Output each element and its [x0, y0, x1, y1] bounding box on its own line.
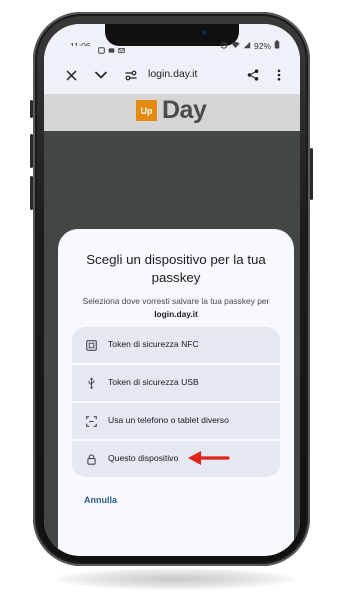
volume-down-button: [30, 176, 33, 210]
site-header: Up Day: [44, 94, 300, 131]
sheet-title: Scegli un dispositivo per la tua passkey: [86, 252, 266, 285]
option-label: Usa un telefono o tablet diverso: [108, 415, 229, 425]
device-options-list: Token di sicurezza NFC Token di sicurezz…: [72, 327, 280, 477]
chevron-down-icon[interactable]: [94, 68, 108, 82]
site-settings-icon[interactable]: [124, 68, 138, 82]
status-left-icons: [98, 41, 125, 59]
option-label: Token di sicurezza NFC: [108, 339, 199, 349]
qr-icon: [85, 415, 97, 427]
mute-switch: [30, 100, 33, 118]
cancel-button[interactable]: Annulla: [84, 495, 117, 505]
volume-up-button: [30, 134, 33, 168]
notification-icon: [98, 41, 105, 59]
phone-screen: 11:06 92%: [44, 24, 300, 556]
notch: [105, 24, 239, 46]
option-other-device[interactable]: Usa un telefono o tablet diverso: [72, 403, 280, 439]
mail-icon: [118, 41, 125, 59]
status-right-icons: 92%: [220, 40, 280, 51]
logo-name: Day: [162, 96, 207, 124]
sheet-subtitle-text: Seleziona dove vorresti salvare la tua p…: [82, 296, 270, 306]
sheet-domain: login.day.it: [154, 309, 198, 319]
wifi-icon: [231, 41, 240, 51]
usb-icon: [85, 377, 97, 389]
lock-icon: [85, 453, 97, 465]
share-icon[interactable]: [246, 68, 260, 82]
battery-icon: [274, 40, 280, 51]
sheet-subtitle: Seleziona dove vorresti salvare la tua p…: [72, 295, 280, 321]
message-icon: [108, 41, 115, 59]
option-label: Questo dispositivo: [108, 453, 179, 463]
signal-icon: [243, 41, 251, 51]
close-icon[interactable]: [64, 68, 78, 82]
option-label: Token di sicurezza USB: [108, 377, 199, 387]
more-options-icon[interactable]: [274, 68, 284, 82]
power-button: [310, 148, 313, 200]
alarm-icon: [220, 41, 228, 51]
url-text[interactable]: login.day.it: [148, 68, 197, 80]
browser-toolbar: login.day.it: [44, 58, 300, 94]
annotation-arrow-icon: [188, 451, 230, 465]
device-shadow: [55, 568, 295, 590]
option-nfc-token[interactable]: Token di sicurezza NFC: [72, 327, 280, 363]
option-this-device[interactable]: Questo dispositivo: [72, 441, 280, 477]
logo-badge: Up: [136, 100, 157, 121]
battery-percentage: 92%: [253, 40, 271, 51]
passkey-bottom-sheet: Scegli un dispositivo per la tua passkey…: [58, 229, 294, 556]
option-usb-token[interactable]: Token di sicurezza USB: [72, 365, 280, 401]
front-camera: [201, 29, 208, 36]
nfc-icon: [85, 339, 97, 351]
